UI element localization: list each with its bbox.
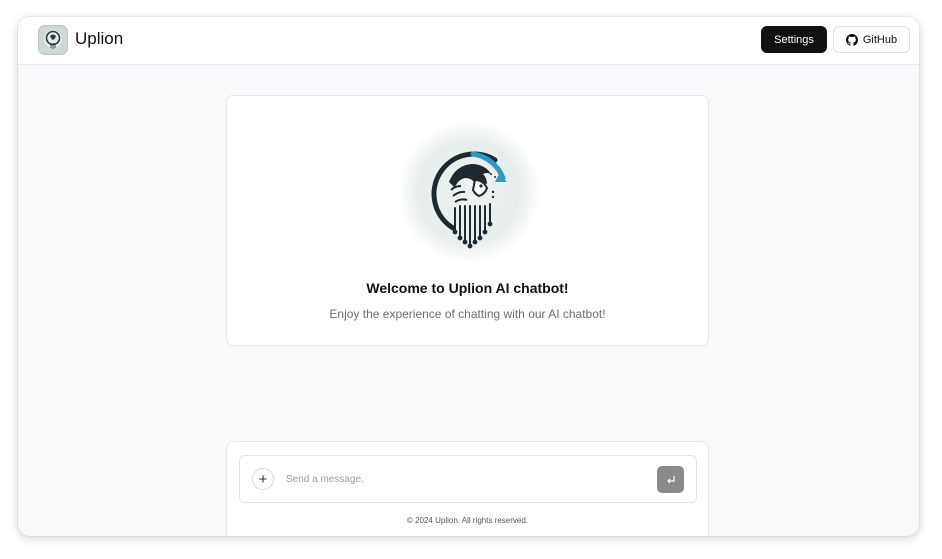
send-button[interactable] <box>657 466 684 493</box>
lion-logo-icon <box>44 30 62 49</box>
top-bar: Uplion Settings GitHub <box>18 17 919 65</box>
enter-icon <box>666 475 675 483</box>
app-window: Uplion Settings GitHub Welcome to Uplion… <box>18 17 919 536</box>
welcome-card: Welcome to Uplion AI chatbot! Enjoy the … <box>226 95 709 346</box>
composer-panel: + © 2024 Uplion. All rights reserved. <box>226 441 709 536</box>
settings-button[interactable]: Settings <box>761 26 827 53</box>
lion-circuit-logo-icon <box>397 120 541 264</box>
copyright-footer: © 2024 Uplion. All rights reserved. <box>406 516 529 525</box>
app-title: Uplion <box>75 29 124 48</box>
github-button[interactable]: GitHub <box>833 26 910 53</box>
plus-icon: + <box>258 470 268 488</box>
github-label: GitHub <box>862 33 898 46</box>
new-chat-button[interactable]: + <box>252 468 274 490</box>
welcome-subtitle: Enjoy the experience of chatting with ou… <box>329 307 606 321</box>
app-logo[interactable] <box>38 25 68 55</box>
welcome-title: Welcome to Uplion AI chatbot! <box>366 280 569 296</box>
message-input-box: + <box>239 455 697 503</box>
github-icon <box>845 33 858 46</box>
message-input[interactable] <box>286 470 636 488</box>
